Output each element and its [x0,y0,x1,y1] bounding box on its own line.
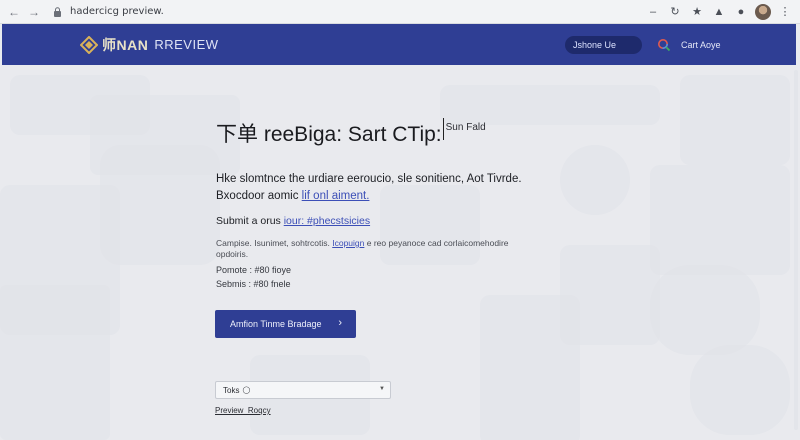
caret-down-icon: ▼ [379,386,385,392]
intro-paragraph: Hke slomtnce the urdiare eeroucio, sle s… [216,173,522,185]
tokens-select-value: Toks [223,385,240,395]
logo-name: 师NAN [102,36,149,53]
submit-paragraph-text: Submit a orus [216,215,281,227]
refresh-button[interactable]: ↻ [666,3,684,21]
avatar [755,3,771,20]
extension-button[interactable]: ▲ [710,3,728,21]
info-icon: ◯ [242,387,251,394]
promote-row: Pomote : #80 fioye [216,265,292,275]
page-title-text: 下单 reeBiga: Sart CTip: [216,123,442,146]
primary-action-label: Amfion Tinme Bradage [230,319,322,329]
star-icon: ★ [692,6,702,18]
minus-icon: – [649,5,657,18]
primary-action-button[interactable]: Amfion Tinme Bradage › [215,310,356,338]
text-cursor [442,118,444,140]
page-title: 下单 reeBiga: Sart CTip: Sun Fald [216,118,546,148]
minimize-button[interactable]: – [644,3,662,21]
lock-icon [52,6,62,17]
address-bar[interactable]: hadercicg preview. [52,2,644,22]
kebab-menu-icon: ⋮ [779,6,791,18]
alignment-link[interactable]: lif onl aiment. [302,190,370,202]
logo-subtitle: RREVIEW [154,37,219,52]
puzzle-icon: ● [737,5,745,18]
arrow-right-icon: → [28,4,40,19]
bookmark-button[interactable]: ★ [688,3,706,21]
secondary-paragraph-text: Bxocdoor aomic [216,190,299,202]
preview-policy-link[interactable]: Preview_Roqcy [215,406,271,415]
meta-link[interactable]: Icopuign [332,238,364,248]
back-button[interactable]: ← [4,2,24,22]
logo-icon [80,35,98,54]
refresh-icon: ↻ [670,6,680,18]
logo[interactable]: 师NAN RREVIEW [80,35,219,55]
arrow-left-icon: ← [8,4,20,19]
submit-row: Sebmis : #80 fnele [216,279,291,289]
extension-button-2[interactable]: ● [732,3,750,21]
scrollbar[interactable] [794,70,798,430]
main-content: 下单 reeBiga: Sart CTip: Sun Fald [216,118,546,148]
submit-paragraph: Submit a orus iour: #phecstsicies [216,215,370,227]
menu-button[interactable]: ⋮ [776,3,794,21]
site-header: 师NAN RREVIEW Jshone Ue Cart Aoye [2,24,796,65]
hashtag-link[interactable]: iour: #phecstsicies [284,215,370,227]
extension-icon: ▲ [713,5,725,18]
title-superscript: Sun Fald [445,122,486,133]
chevron-right-icon: › [338,317,342,329]
browser-toolbar: ← → hadercicg preview. – ↻ ★ ▲ ● ⋮ [0,0,800,24]
cart-link[interactable]: Cart Aoye [681,40,721,50]
search-icon[interactable] [657,38,671,52]
address-text: hadercicg preview. [70,6,164,17]
search-input[interactable]: Jshone Ue [565,36,642,54]
profile-button[interactable] [754,3,772,21]
forward-button[interactable]: → [24,2,44,22]
tokens-select[interactable]: Toks ◯ ▼ [215,381,391,399]
meta-text: Campise. Isunimet, sohtrcotis. Icopuign … [216,238,536,260]
meta-text-start: Campise. Isunimet, sohtrcotis. [216,238,330,248]
secondary-paragraph: Bxocdoor aomic lif onl aiment. [216,190,369,202]
